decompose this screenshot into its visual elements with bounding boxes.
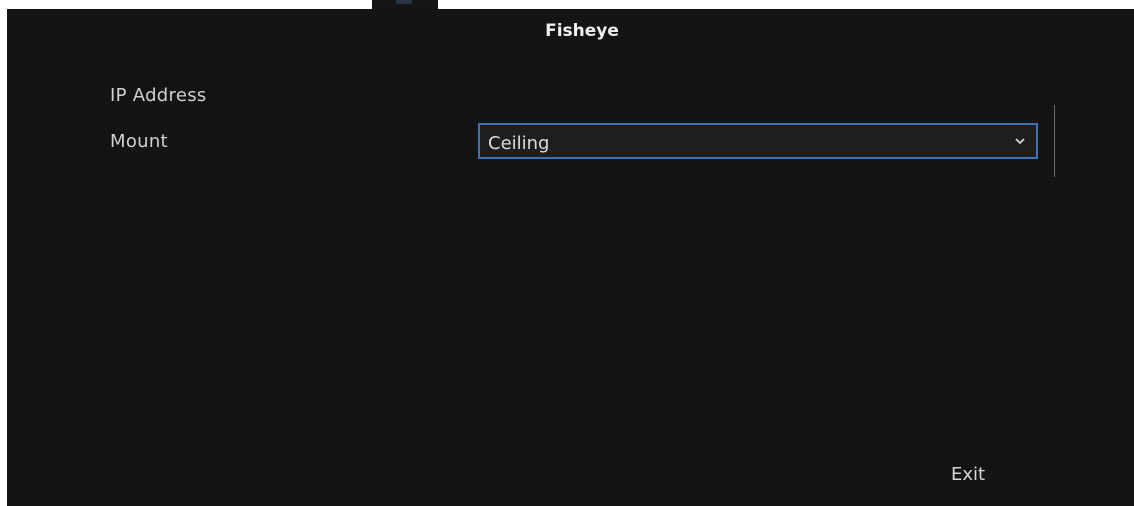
exit-button[interactable]: Exit — [951, 464, 985, 485]
scrollbar-divider — [1054, 105, 1055, 177]
mount-select[interactable]: Ceiling — [478, 123, 1038, 159]
ip-address-label: IP Address — [110, 85, 207, 106]
top-tab-notch — [396, 0, 412, 4]
dialog-title: Fisheye — [545, 21, 619, 41]
fisheye-dialog: Fisheye IP Address Mount Ceiling Exit — [7, 9, 1134, 506]
top-tab-indicator — [372, 0, 438, 9]
chevron-down-icon[interactable] — [1014, 135, 1026, 147]
mount-select-value: Ceiling — [488, 133, 550, 154]
mount-label: Mount — [110, 131, 168, 152]
